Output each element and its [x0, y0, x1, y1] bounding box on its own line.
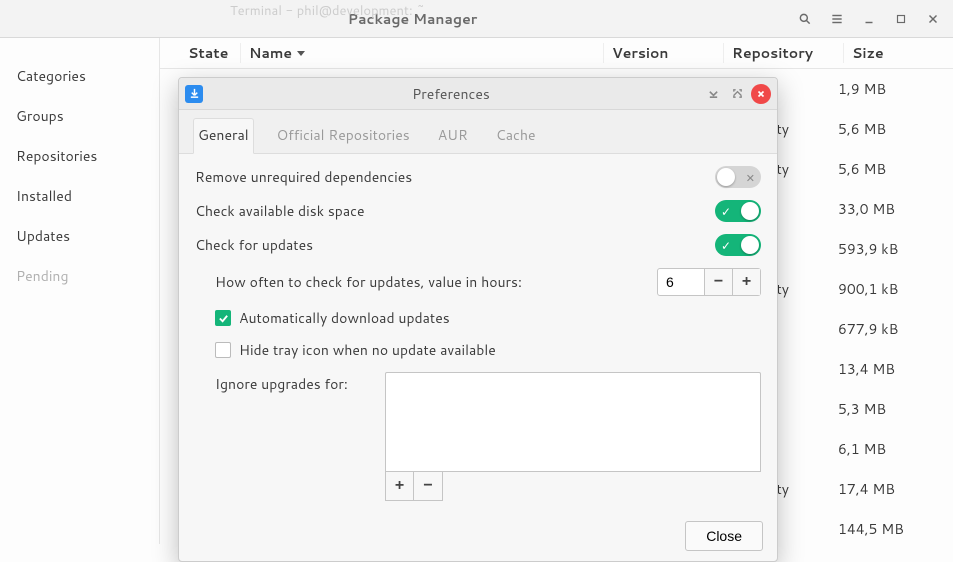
ignore-add-button[interactable]: + [386, 472, 414, 500]
sidebar-item-label: Repositories [16, 146, 97, 166]
package-size: 1,9 MB [838, 79, 938, 99]
col-repository[interactable]: Repository [723, 43, 843, 63]
sidebar-item-groups[interactable]: Groups [0, 96, 159, 136]
titlebar: Package Manager [0, 0, 953, 38]
window-minimize-icon[interactable] [857, 7, 881, 31]
preferences-dialog: Preferences General Official Repositorie… [178, 77, 778, 562]
label-ignore-upgrades: Ignore upgrades for: [215, 372, 375, 394]
sidebar-item-installed[interactable]: Installed [0, 176, 159, 216]
col-name[interactable]: Name [240, 43, 603, 63]
app-update-icon [185, 85, 203, 103]
background-window-title: Terminal - phil@development: ~ [150, 0, 453, 18]
tab-official-repositories[interactable]: Official Repositories [272, 118, 415, 154]
ignore-remove-button[interactable]: − [414, 472, 442, 500]
window-maximize-icon[interactable] [889, 7, 913, 31]
col-version[interactable]: Version [603, 43, 723, 63]
dialog-maximize-icon[interactable] [727, 84, 747, 104]
package-size: 5,6 MB [838, 119, 938, 139]
sidebar-item-label: Installed [16, 186, 72, 206]
package-size: 144,5 MB [838, 519, 938, 539]
package-size: 17,4 MB [838, 479, 938, 499]
toggle-check-disk[interactable]: ✓ [715, 200, 761, 222]
sidebar-item-updates[interactable]: Updates [0, 216, 159, 256]
toggle-remove-unrequired[interactable]: ✕ [715, 166, 761, 188]
tab-aur[interactable]: AUR [433, 118, 473, 154]
dialog-title: Preferences [203, 84, 699, 104]
tab-bar: General Official Repositories AUR Cache [179, 110, 777, 154]
label-auto-download: Automatically download updates [239, 308, 450, 328]
ignore-list[interactable] [385, 372, 761, 472]
sidebar-item-repositories[interactable]: Repositories [0, 136, 159, 176]
sidebar-item-label: Categories [16, 66, 86, 86]
package-size: 6,1 MB [838, 439, 938, 459]
package-size: 13,4 MB [838, 359, 938, 379]
label-check-updates: Check for updates [195, 235, 705, 255]
col-size[interactable]: Size [843, 43, 943, 63]
dialog-minimize-icon[interactable] [703, 84, 723, 104]
dialog-header: Preferences [179, 78, 777, 110]
col-state[interactable]: State [180, 43, 240, 63]
label-remove-unrequired: Remove unrequired dependencies [195, 167, 705, 187]
sort-desc-icon [296, 43, 306, 63]
package-size: 677,9 kB [838, 319, 938, 339]
sidebar-item-label: Groups [16, 106, 64, 126]
tab-general-body: Remove unrequired dependencies ✕ Check a… [179, 154, 777, 511]
checkbox-hide-tray[interactable] [215, 342, 231, 358]
hours-stepper: − + [657, 268, 761, 296]
hours-input[interactable] [658, 269, 704, 295]
stepper-incr-icon[interactable]: + [732, 269, 760, 295]
sidebar-item-label: Updates [16, 226, 70, 246]
toggle-check-updates[interactable]: ✓ [715, 234, 761, 256]
label-hide-tray: Hide tray icon when no update available [239, 340, 496, 360]
close-button[interactable]: Close [685, 521, 763, 551]
search-icon[interactable] [793, 7, 817, 31]
dialog-close-icon[interactable] [751, 84, 771, 104]
package-size: 33,0 MB [838, 199, 938, 219]
row-auto-download: Automatically download updates [195, 308, 761, 328]
label-check-disk: Check available disk space [195, 201, 705, 221]
package-size: 900,1 kB [838, 279, 938, 299]
package-size: 593,9 kB [838, 239, 938, 259]
package-size: 5,6 MB [838, 159, 938, 179]
stepper-decr-icon[interactable]: − [704, 269, 732, 295]
package-size: 5,3 MB [838, 399, 938, 419]
hamburger-menu-icon[interactable] [825, 7, 849, 31]
checkbox-auto-download[interactable] [215, 310, 231, 326]
sidebar-item-pending[interactable]: Pending [0, 256, 159, 296]
table-header: State Name Version Repository Size [160, 38, 953, 69]
label-how-often: How often to check for updates, value in… [215, 272, 647, 292]
window-close-icon[interactable] [921, 7, 945, 31]
sidebar-item-label: Pending [16, 266, 69, 286]
row-hide-tray: Hide tray icon when no update available [195, 340, 761, 360]
tab-general[interactable]: General [193, 118, 254, 154]
sidebar: Categories Groups Repositories Installed… [0, 38, 160, 544]
tab-cache[interactable]: Cache [491, 118, 541, 154]
sidebar-item-categories[interactable]: Categories [0, 56, 159, 96]
